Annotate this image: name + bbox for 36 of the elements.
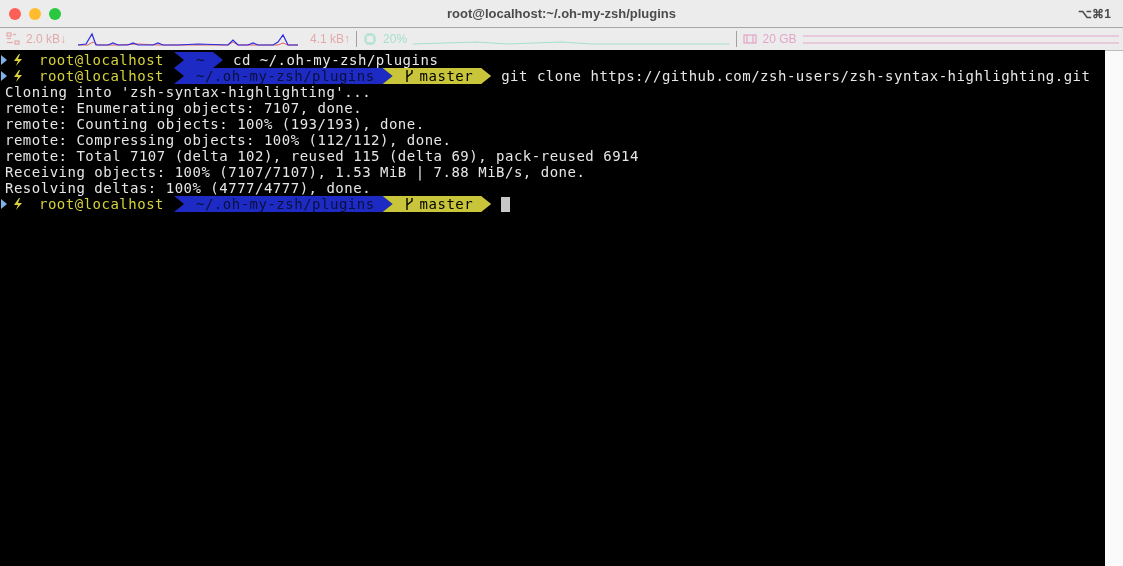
lightning-icon xyxy=(13,54,23,66)
output-line: remote: Compressing objects: 100% (112/112), done. xyxy=(4,132,452,148)
memory-usage: 20 GB xyxy=(762,32,797,46)
command-text: cd ~/.oh-my-zsh/plugins xyxy=(232,52,439,68)
prompt-user: root@localhost xyxy=(39,68,164,84)
branch-name: master xyxy=(419,68,474,84)
close-button[interactable] xyxy=(9,7,21,20)
window-title: root@localhost:~/.oh-my-zsh/plugins xyxy=(447,6,676,21)
cpu-icon xyxy=(363,32,378,46)
command-text: git clone https://github.com/zsh-users/zsh-syntax-highlighting.git xyxy=(501,68,1091,84)
output-line: remote: Enumerating objects: 7107, done. xyxy=(4,100,363,116)
download-rate: 2.0 kB↓ xyxy=(26,32,67,46)
scrollbar[interactable] xyxy=(1105,50,1123,566)
network-icon xyxy=(6,32,20,46)
path-segment: ~ xyxy=(174,52,223,68)
memory-icon xyxy=(742,33,757,45)
minimize-button[interactable] xyxy=(29,7,41,20)
lightning-icon xyxy=(13,198,23,210)
prompt-user: root@localhost xyxy=(39,52,164,68)
path-segment: ~/.oh-my-zsh/plugins xyxy=(174,68,393,84)
branch-icon xyxy=(404,198,414,210)
prompt-user: root@localhost xyxy=(39,196,164,212)
zoom-button[interactable] xyxy=(49,7,61,20)
lightning-icon xyxy=(13,70,23,82)
path-segment: ~/.oh-my-zsh/plugins xyxy=(174,196,393,212)
output-line: Resolving deltas: 100% (4777/4777), done. xyxy=(4,180,372,196)
cpu-usage: 20% xyxy=(383,32,408,46)
output-line: remote: Total 7107 (delta 102), reused 115 (delta 69), pack-reused 6914 xyxy=(4,148,639,164)
shortcut-label: ⌥⌘1 xyxy=(1078,6,1111,21)
prompt-arrow-icon xyxy=(1,199,7,209)
output-line: Receiving objects: 100% (7107/7107), 1.53 MiB | 7.88 MiB/s, done. xyxy=(4,164,586,180)
upload-rate: 4.1 kB↑ xyxy=(310,32,351,46)
output-line: remote: Counting objects: 100% (193/193), done. xyxy=(4,116,425,132)
branch-name: master xyxy=(419,196,474,212)
branch-icon xyxy=(404,70,414,82)
output-line: Cloning into 'zsh-syntax-highlighting'... xyxy=(4,84,372,100)
